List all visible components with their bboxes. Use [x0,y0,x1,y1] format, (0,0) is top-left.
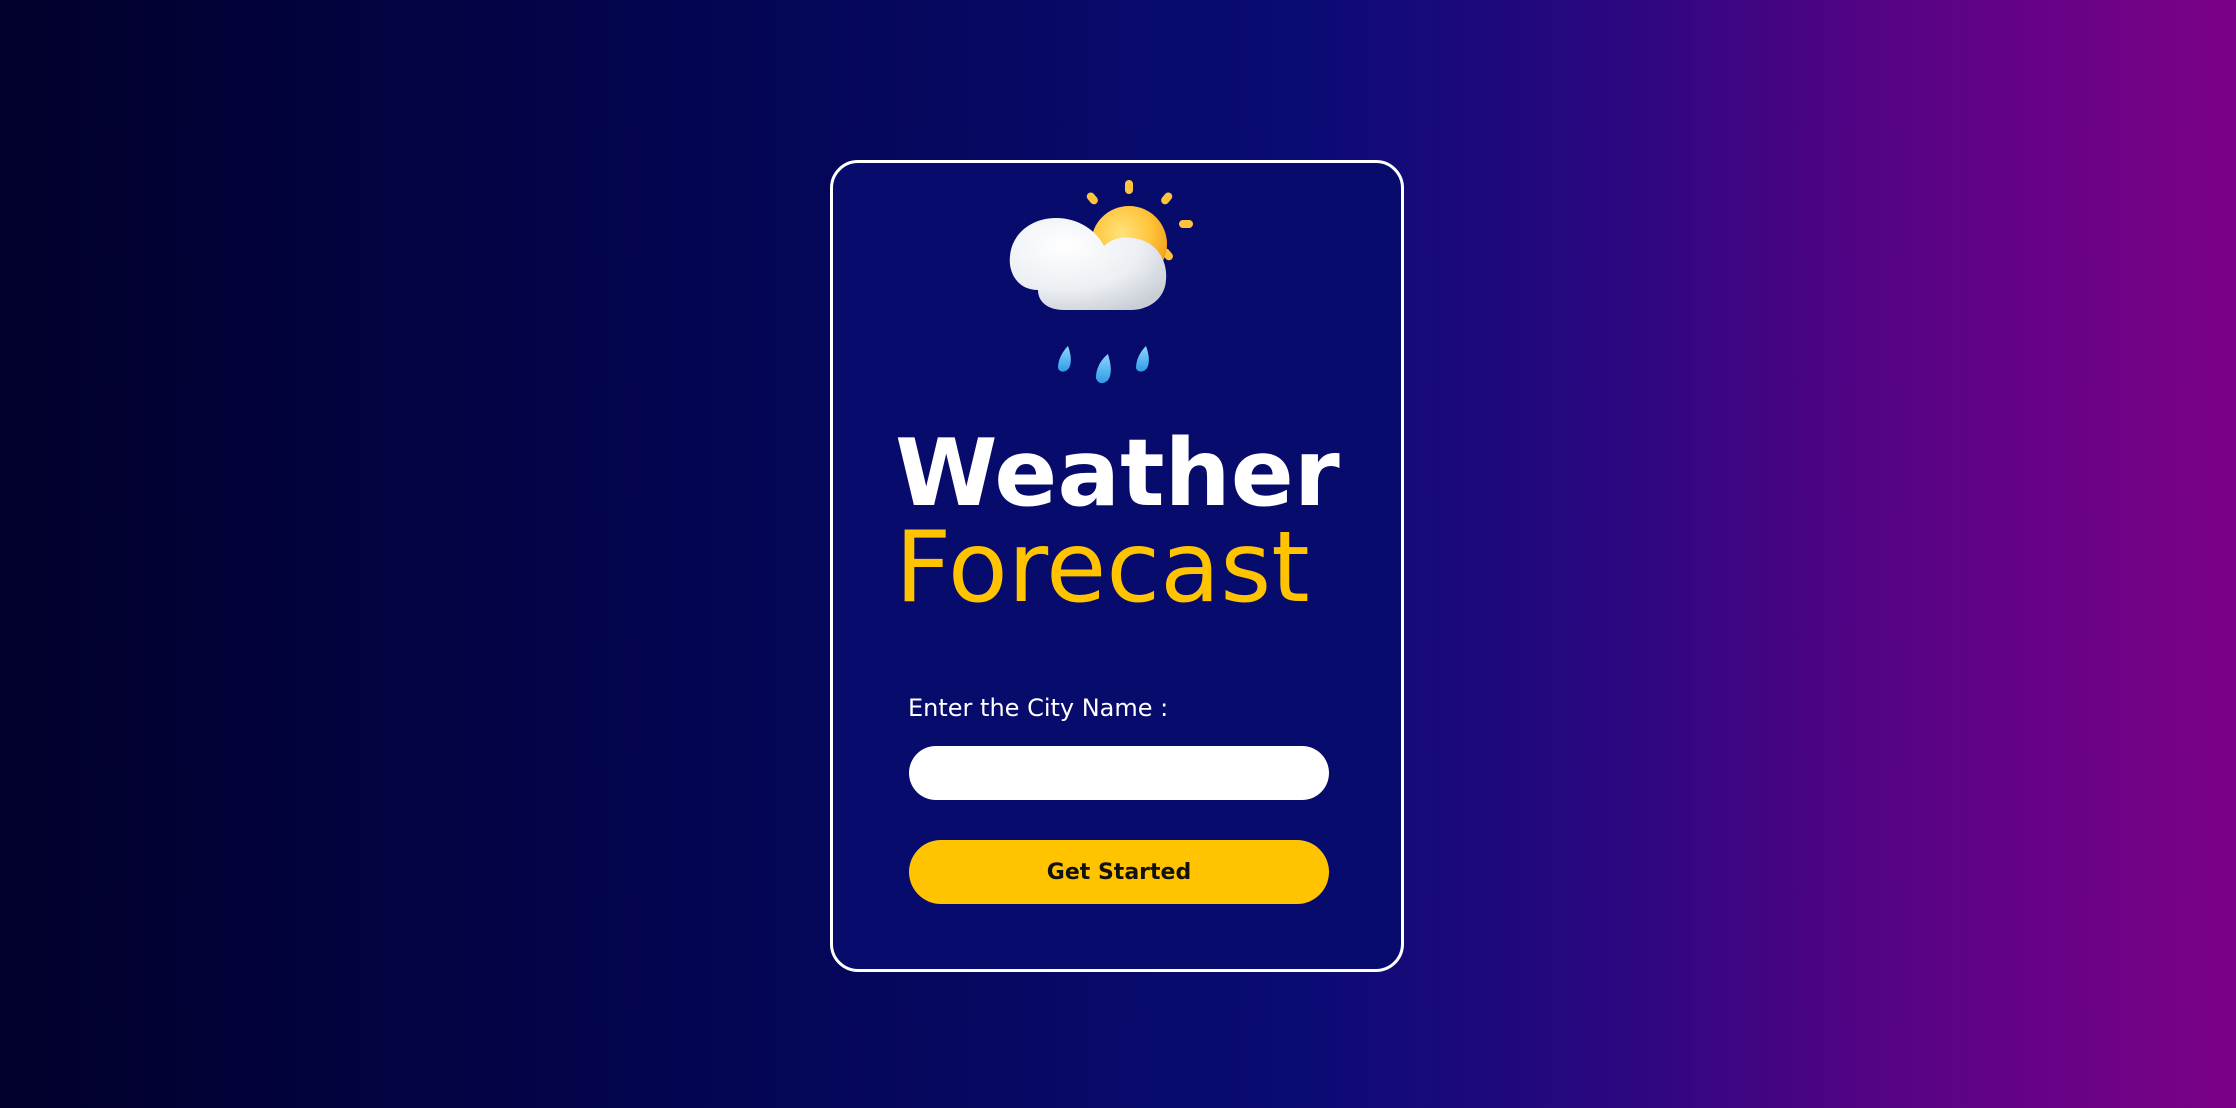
city-name-label: Enter the City Name : [908,694,1169,722]
title-forecast: Forecast [895,511,1310,625]
city-name-input[interactable] [909,746,1329,800]
cloud-sun-rain-icon [1009,180,1193,384]
get-started-button[interactable]: Get Started [909,840,1329,904]
weather-card: Weather Forecast Enter the City Name : G… [830,160,1404,972]
